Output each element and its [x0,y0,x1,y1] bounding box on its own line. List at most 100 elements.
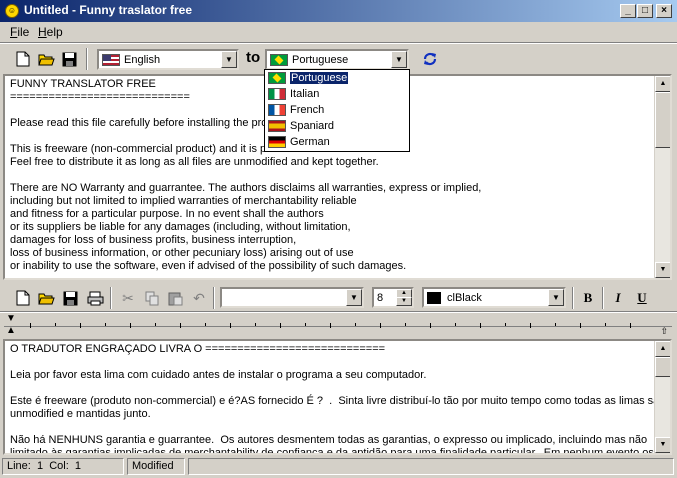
dropdown-option-label: Spaniard [290,120,335,132]
language-dropdown-list[interactable]: Portuguese Italian French Spaniard Germa… [264,69,410,152]
text-line: including but not limited to implied war… [10,195,357,207]
toolbar-separator [602,287,604,309]
text-line: or its suppliers be liable for any damag… [10,221,351,233]
text-line: Este é freeware (produto non-commercial)… [10,395,666,407]
ruler-tick [230,323,231,328]
ruler-tick [130,323,131,328]
toolbar-separator [213,287,215,309]
translated-text-area[interactable]: O TRADUTOR ENGRAÇADO LIVRA O ===========… [3,339,672,455]
close-button[interactable]: × [656,4,672,18]
dropdown-option-label: Portuguese [288,71,350,85]
scroll-thumb[interactable] [655,357,670,377]
new-doc-button[interactable] [12,287,34,309]
chevron-down-icon[interactable]: ▼ [221,51,237,68]
translated-text: O TRADUTOR ENGRAÇADO LIVRA O ===========… [5,341,670,455]
open-doc-button[interactable] [35,287,57,309]
paste-button[interactable] [164,287,186,309]
ruler-tick [105,323,106,326]
minimize-button[interactable]: _ [620,4,636,18]
save-doc-button[interactable] [59,287,81,309]
spin-down-icon[interactable]: ▼ [396,297,412,306]
first-line-indent-icon[interactable]: ▼ [6,314,16,324]
font-size-value: 8 [377,291,384,304]
text-line: There are NO Warranty and guarrantee. Th… [10,182,482,194]
refresh-arrows-icon [423,52,437,66]
dropdown-option-portuguese[interactable]: Portuguese [265,70,409,86]
col-label: Col: [49,460,69,472]
translated-vertical-scrollbar[interactable]: ▲ ▼ [654,341,670,453]
menu-file-rest: ile [17,25,30,39]
smiley-icon[interactable]: ☺ [5,4,19,18]
col-value: 1 [74,460,82,472]
text-line: or inability to use the software, even i… [10,260,407,272]
ruler-tick [330,323,331,328]
scroll-down-icon[interactable]: ▼ [655,262,670,278]
to-label: to [246,49,261,66]
right-indent-icon[interactable]: ⇧ [660,326,668,336]
copy-button[interactable] [141,287,163,309]
menu-file[interactable]: File [10,25,29,39]
scroll-up-icon[interactable]: ▲ [655,341,670,357]
source-language-value: English [124,53,161,66]
font-name-select[interactable]: ▼ [220,287,364,308]
undo-button[interactable]: ↶ [188,287,210,309]
toolbar-separator [110,287,112,309]
color-name-value: clBlack [447,291,482,304]
text-line: loss of business information, or other p… [10,247,354,259]
ruler[interactable]: ▼ ▲ ⇧ [4,314,672,338]
source-vertical-scrollbar[interactable]: ▲ ▼ [654,76,670,278]
font-size-spinner[interactable]: 8 ▲ ▼ [372,287,414,308]
ruler-tick [55,323,56,326]
translate-button[interactable] [419,48,441,70]
undo-arrow-icon: ↶ [193,289,205,306]
chevron-down-icon[interactable]: ▼ [391,51,407,68]
status-position: Line: 1 Col: 1 [2,458,124,475]
scroll-down-icon[interactable]: ▼ [655,437,670,453]
text-line: Leia por favor esta lima com cuidado ant… [10,369,427,381]
target-language-select[interactable]: Portuguese ▼ [265,49,409,70]
printer-icon [87,291,103,305]
ruler-baseline [4,326,672,327]
new-file-button[interactable] [12,48,34,70]
scroll-thumb[interactable] [655,92,670,148]
bold-button[interactable]: B [577,287,599,309]
save-disk-icon [63,291,77,305]
cut-button[interactable]: ✂ [117,287,139,309]
dropdown-option-italian[interactable]: Italian [265,86,409,102]
color-select[interactable]: clBlack ▼ [422,287,566,308]
save-file-button[interactable] [58,48,80,70]
brazil-flag-icon [268,72,286,84]
dropdown-option-german[interactable]: German [265,134,409,150]
menu-help[interactable]: Help [38,25,63,39]
brazil-flag-icon [270,53,288,66]
italic-button[interactable]: I [607,287,629,309]
ruler-tick [180,323,181,328]
ruler-tick [155,323,156,326]
germany-flag-icon [268,136,286,148]
print-button[interactable] [84,287,106,309]
ruler-tick [430,323,431,328]
menu-help-rest: elp [46,25,63,39]
toolbar-separator [86,48,88,70]
chevron-down-icon[interactable]: ▼ [346,289,362,306]
dropdown-option-french[interactable]: French [265,102,409,118]
underline-button[interactable]: U [631,287,653,309]
italy-flag-icon [268,88,286,100]
ruler-tick [505,323,506,326]
scroll-up-icon[interactable]: ▲ [655,76,670,92]
chevron-down-icon[interactable]: ▼ [548,289,564,306]
source-language-select[interactable]: English ▼ [97,49,239,70]
text-line: Não há NENHUNS garantia e guarrantee. Os… [10,434,648,446]
ruler-tick [455,323,456,326]
ruler-tick [305,323,306,326]
dropdown-option-spaniard[interactable]: Spaniard [265,118,409,134]
maximize-button[interactable]: □ [637,4,653,18]
open-file-button[interactable] [35,48,57,70]
menu-divider [0,42,677,44]
text-line: limitado às garantias implicadas de merc… [10,447,654,455]
new-file-icon [16,51,30,67]
left-indent-icon[interactable]: ▲ [6,326,16,336]
ruler-tick [480,323,481,328]
paste-clipboard-icon [168,292,182,305]
menu-help-accel: H [38,25,47,39]
